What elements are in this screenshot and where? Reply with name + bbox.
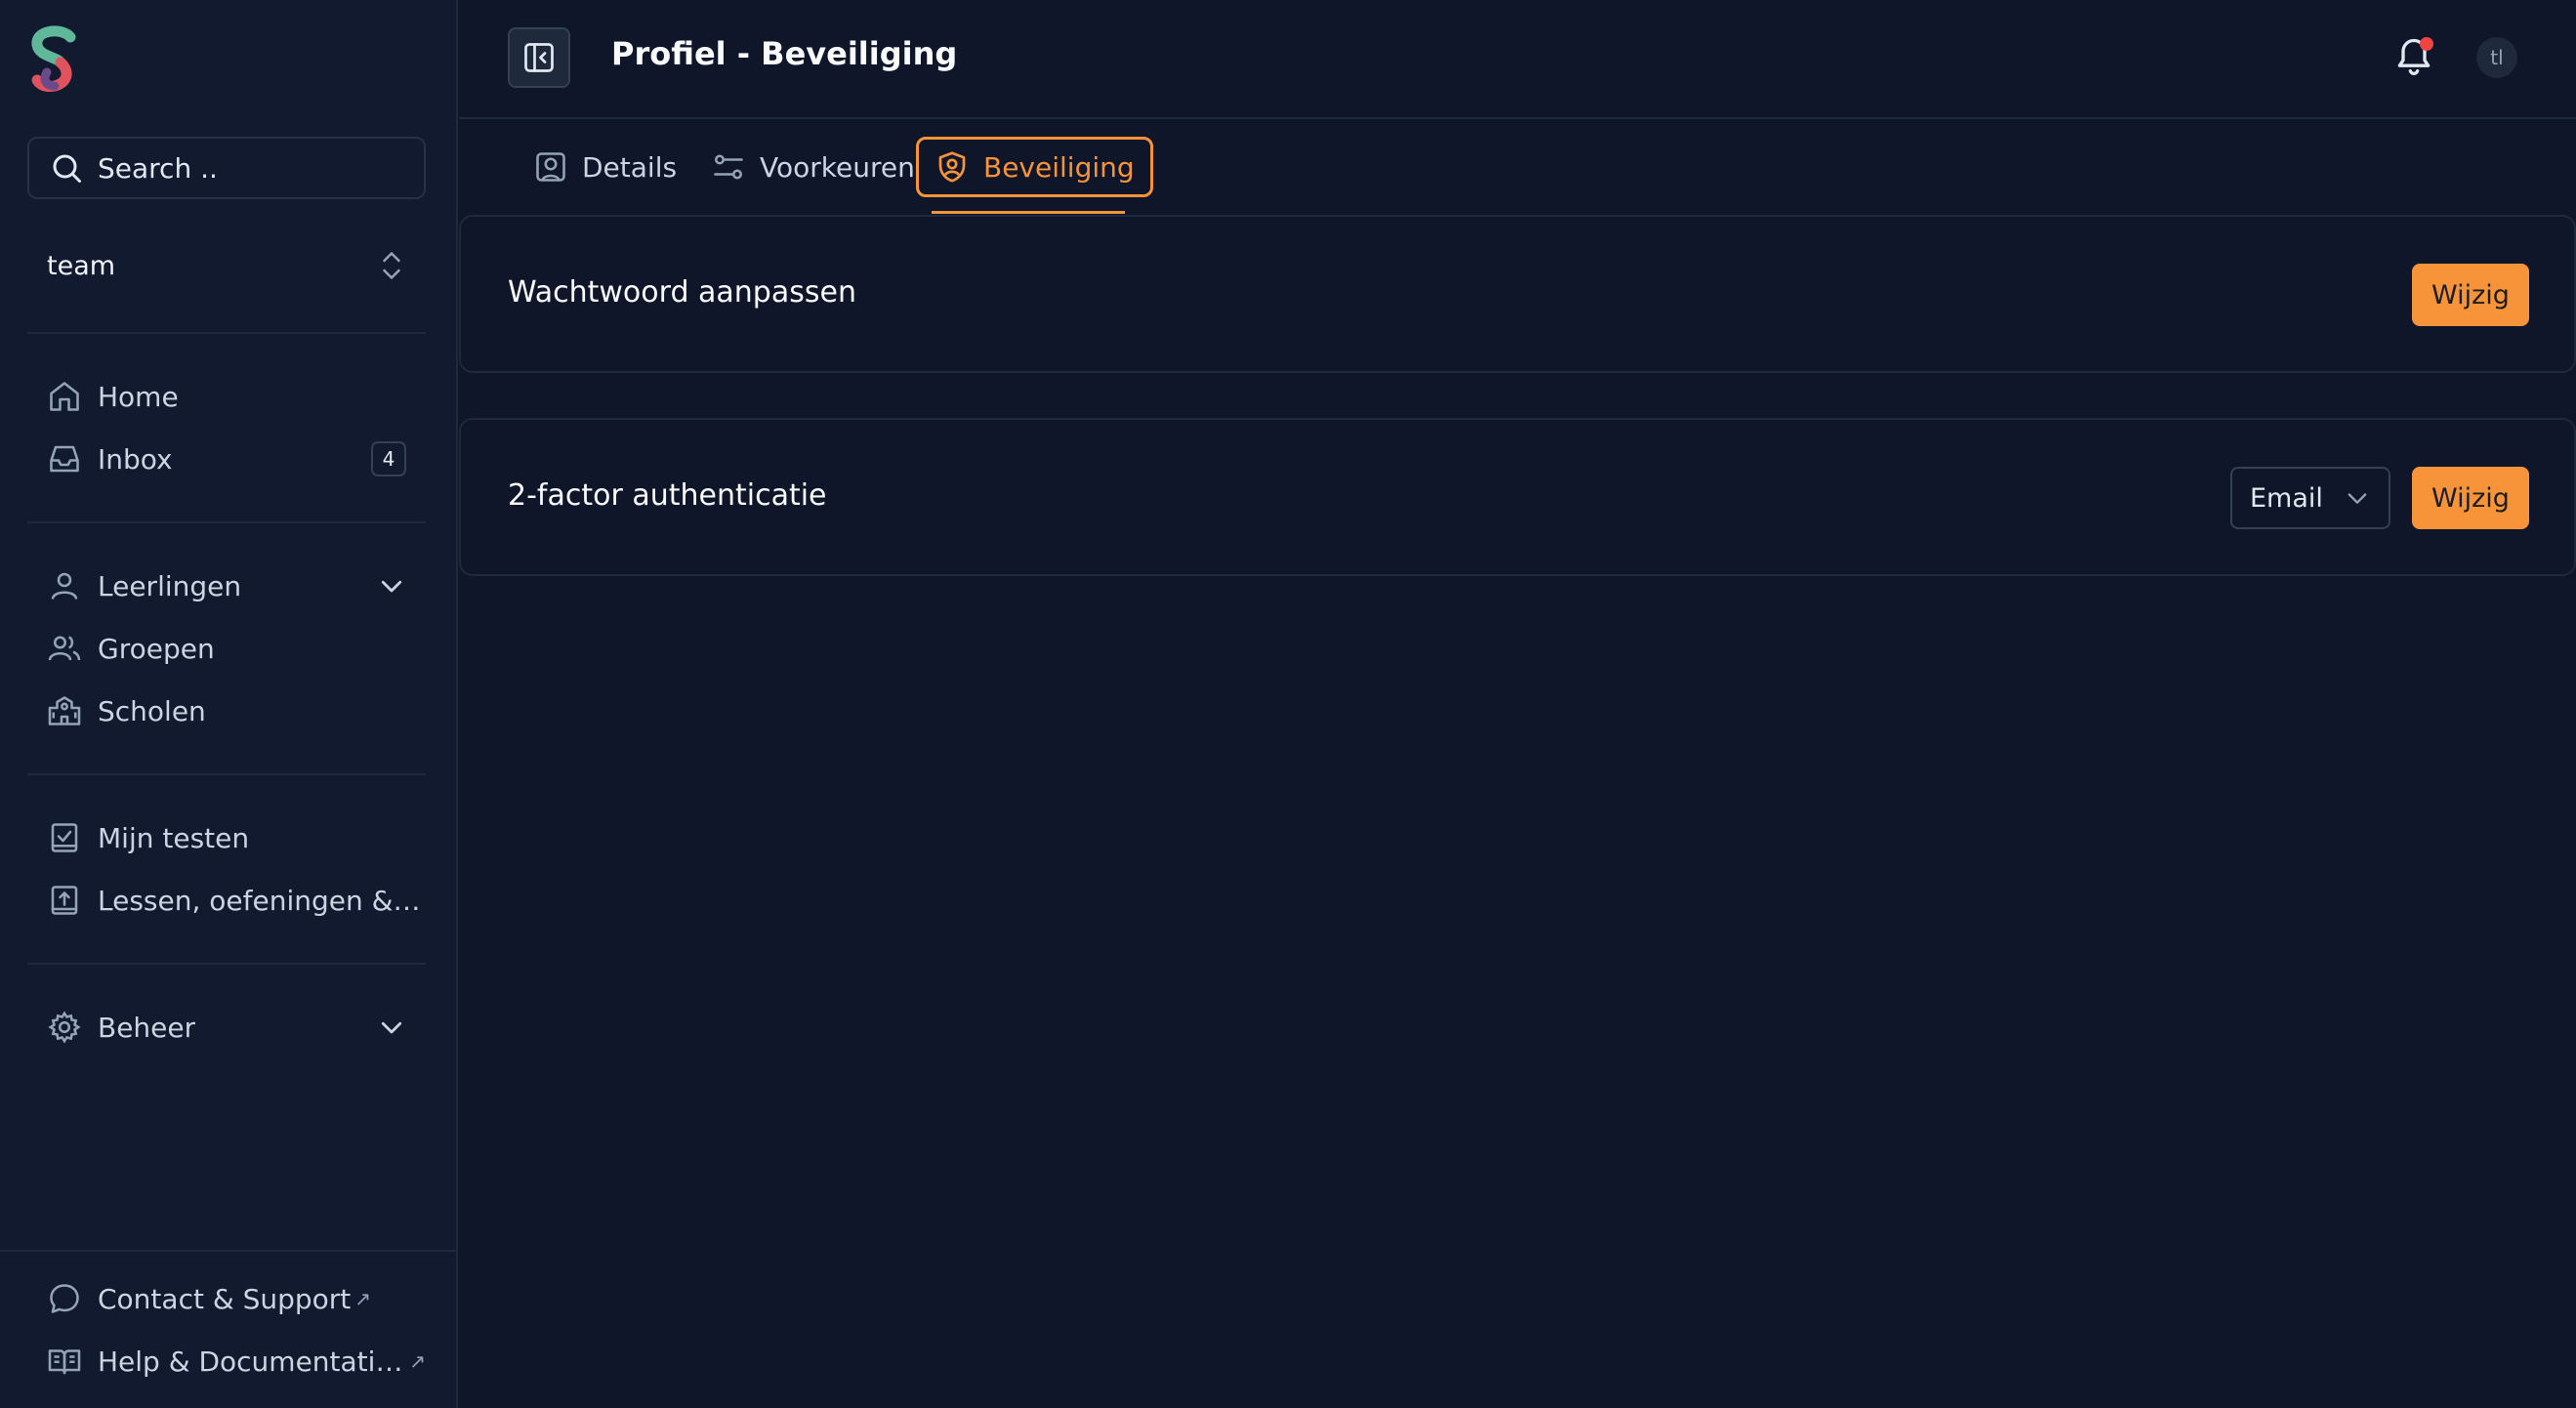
sidebar-item-home[interactable]: Home bbox=[27, 369, 426, 424]
sidebar-divider bbox=[27, 521, 426, 523]
page-title: Profiel - Beveiliging bbox=[611, 35, 958, 72]
selected-method: Email bbox=[2250, 482, 2323, 514]
sliders-icon bbox=[714, 154, 743, 180]
sidebar-item-leerlingen[interactable]: Leerlingen bbox=[27, 559, 426, 613]
avatar[interactable]: tl bbox=[2476, 37, 2517, 78]
tab-voorkeuren[interactable]: Voorkeuren bbox=[695, 137, 931, 197]
user-square-icon bbox=[536, 152, 565, 182]
sidebar-item-label: Leerlingen bbox=[98, 569, 242, 602]
change-password-button[interactable]: Wijzig bbox=[2412, 264, 2529, 326]
sidebar-item-label: Inbox bbox=[98, 442, 173, 476]
sidebar-item-label: Contact & Support bbox=[98, 1282, 352, 1315]
tab-label: Beveiliging bbox=[983, 150, 1135, 184]
sidebar-item-mijn-testen[interactable]: Mijn testen bbox=[27, 810, 426, 865]
search-box[interactable] bbox=[27, 137, 426, 199]
sidebar-footer-divider bbox=[0, 1250, 458, 1252]
tab-label: Voorkeuren bbox=[760, 150, 915, 184]
sidebar-item-lessen[interactable]: Lessen, oefeningen & t... bbox=[27, 873, 426, 928]
clipboard-check-icon bbox=[51, 823, 78, 852]
sidebar-item-inbox[interactable]: Inbox 4 bbox=[27, 432, 426, 486]
search-icon bbox=[53, 154, 81, 183]
external-link-icon: ↗ bbox=[409, 1349, 426, 1373]
tab-label: Details bbox=[582, 150, 678, 184]
sidebar-item-label: Scholen bbox=[98, 694, 206, 727]
two-factor-card: 2-factor authenticatie Email Wijzig bbox=[459, 418, 2576, 576]
tab-details[interactable]: Details bbox=[518, 137, 692, 197]
shield-user-icon bbox=[938, 151, 966, 183]
profile-tabs: Details Voorkeuren Beveiliging bbox=[459, 121, 2576, 215]
sidebar-item-label: Mijn testen bbox=[98, 821, 250, 854]
user-icon bbox=[51, 572, 78, 600]
school-icon bbox=[48, 696, 81, 725]
sidebar-divider bbox=[27, 963, 426, 965]
help-documentation-link[interactable]: Help & Documentation ↗ bbox=[27, 1334, 426, 1388]
sidebar-item-beheer[interactable]: Beheer bbox=[27, 1000, 426, 1055]
team-switcher[interactable]: team bbox=[27, 232, 426, 299]
change-two-factor-button[interactable]: Wijzig bbox=[2412, 467, 2529, 529]
sidebar-item-label: Groepen bbox=[98, 632, 215, 665]
notification-dot bbox=[2420, 37, 2433, 51]
sidebar: team Home Inbox 4 Leerlingen Groepen bbox=[0, 0, 458, 1408]
sidebar-divider bbox=[27, 332, 426, 334]
sidebar-divider bbox=[27, 773, 426, 775]
external-link-icon: ↗ bbox=[354, 1287, 372, 1310]
password-card: Wachtwoord aanpassen Wijzig bbox=[459, 215, 2576, 373]
sidebar-item-label: Help & Documentation bbox=[98, 1345, 406, 1378]
sidebar-item-scholen[interactable]: Scholen bbox=[27, 683, 426, 738]
inbox-icon bbox=[50, 445, 79, 473]
two-factor-method-select[interactable]: Email bbox=[2230, 467, 2390, 529]
chat-icon bbox=[50, 1284, 79, 1313]
active-tab-indicator bbox=[932, 211, 1125, 214]
password-card-title: Wachtwoord aanpassen bbox=[508, 275, 856, 310]
chevron-up-down-icon bbox=[383, 252, 400, 279]
top-bar: Profiel - Beveiliging tl bbox=[459, 0, 2576, 119]
chevron-down-icon bbox=[2347, 493, 2367, 504]
chevron-down-icon[interactable] bbox=[377, 1013, 406, 1042]
team-label: team bbox=[47, 250, 116, 281]
two-factor-card-title: 2-factor authenticatie bbox=[508, 478, 827, 513]
sidebar-collapse-icon bbox=[524, 43, 554, 72]
sidebar-item-label: Beheer bbox=[98, 1011, 196, 1044]
sidebar-toggle-button[interactable] bbox=[508, 27, 570, 88]
tab-beveiliging[interactable]: Beveiliging bbox=[916, 137, 1153, 197]
app-logo[interactable] bbox=[27, 23, 82, 94]
home-icon bbox=[50, 382, 79, 411]
sidebar-item-groepen[interactable]: Groepen bbox=[27, 621, 426, 676]
search-input[interactable] bbox=[98, 151, 410, 185]
contact-support-link[interactable]: Contact & Support ↗ bbox=[27, 1271, 426, 1326]
sidebar-item-label: Home bbox=[98, 380, 179, 413]
sidebar-item-label: Lessen, oefeningen & t... bbox=[98, 884, 426, 917]
book-upload-icon bbox=[51, 886, 78, 915]
inbox-count-badge: 4 bbox=[371, 441, 406, 476]
book-open-icon bbox=[48, 1349, 81, 1375]
chevron-down-icon[interactable] bbox=[377, 571, 406, 600]
gear-icon bbox=[48, 1011, 81, 1044]
users-icon bbox=[48, 636, 81, 661]
